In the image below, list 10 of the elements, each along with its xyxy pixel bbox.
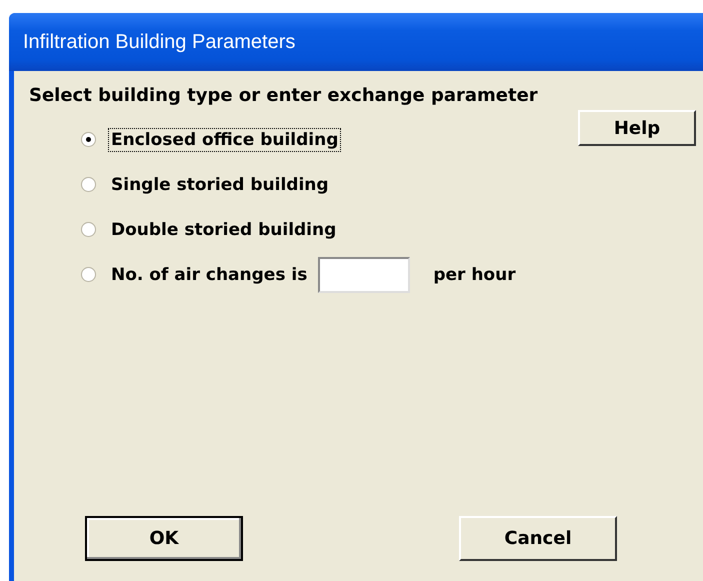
- help-button[interactable]: Help: [578, 110, 696, 146]
- dialog-button[interactable]: OK: [85, 516, 243, 561]
- radio-label[interactable]: Double storied building: [108, 218, 340, 242]
- radio-label[interactable]: No. of air changes is: [108, 262, 310, 286]
- radio-label[interactable]: Single storied building: [108, 172, 332, 196]
- unit-label: per hour: [432, 264, 517, 286]
- radio-label[interactable]: Enclosed office building: [108, 128, 342, 152]
- instruction-text: Select building type or enter exchange parameter: [29, 85, 539, 106]
- dialog-button[interactable]: Cancel: [459, 516, 617, 561]
- window-title: Infiltration Building Parameters: [23, 30, 296, 54]
